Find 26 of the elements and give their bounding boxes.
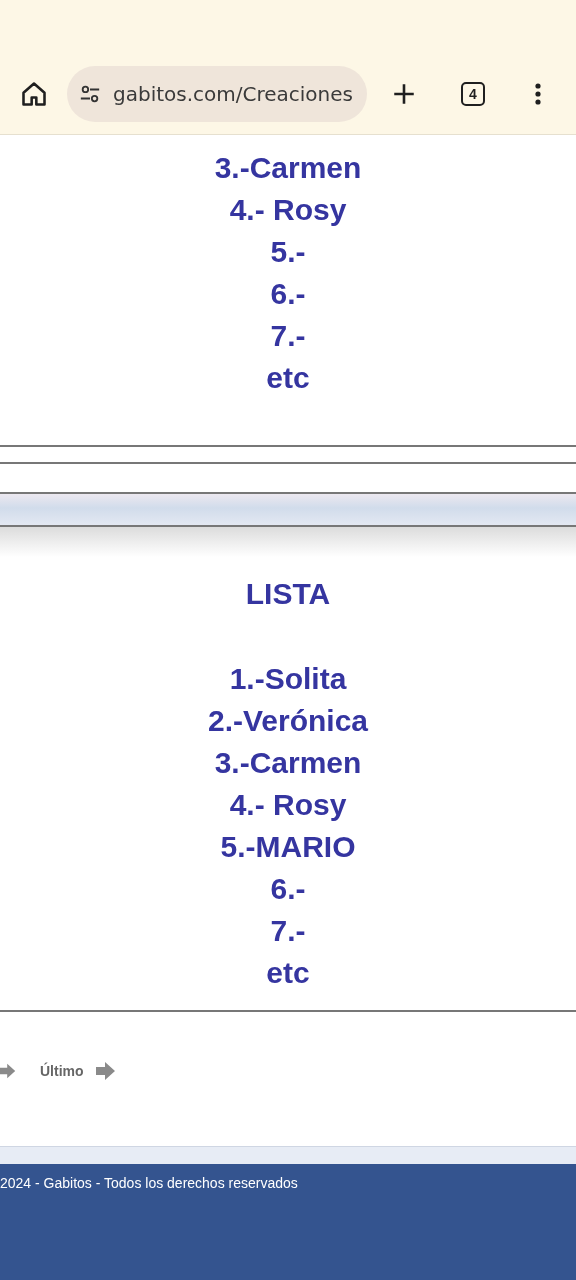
list-entry: etc [265,955,311,991]
address-bar[interactable]: gabitos.com/Creaciones [67,66,367,122]
last-page-link[interactable]: Último [40,1063,84,1079]
home-icon[interactable] [20,80,48,108]
list-entry: 5.-MARIO [219,829,357,865]
list-entry: 7.- [269,913,307,949]
list-entry: 4.- Rosy [228,787,348,823]
list-entry: 4.- Rosy [228,192,348,228]
list-entry: 5.- [269,234,307,270]
list-entry: 1.-Solita [228,661,348,697]
list-entry: 3.-Carmen [213,150,363,186]
list-entry: 3.-Carmen [213,745,363,781]
list-entry: 2.-Verónica [206,703,370,739]
list-heading: LISTA [244,576,332,612]
copyright-text: 2024 - Gabitos - Todos los derechos reservados [0,1175,298,1191]
list-entry: etc [265,360,311,396]
tab-count-button[interactable]: 4 [461,82,485,106]
last-arrow-icon[interactable] [95,1061,116,1081]
list-entry: 6.- [269,276,307,312]
new-tab-icon[interactable] [391,81,417,107]
next-arrow-icon[interactable] [0,1061,16,1081]
site-settings-icon[interactable] [79,83,101,105]
menu-icon[interactable] [534,82,542,106]
url-text: gabitos.com/Creaciones [113,82,353,106]
list-entry: 6.- [269,871,307,907]
list-entry: 7.- [269,318,307,354]
